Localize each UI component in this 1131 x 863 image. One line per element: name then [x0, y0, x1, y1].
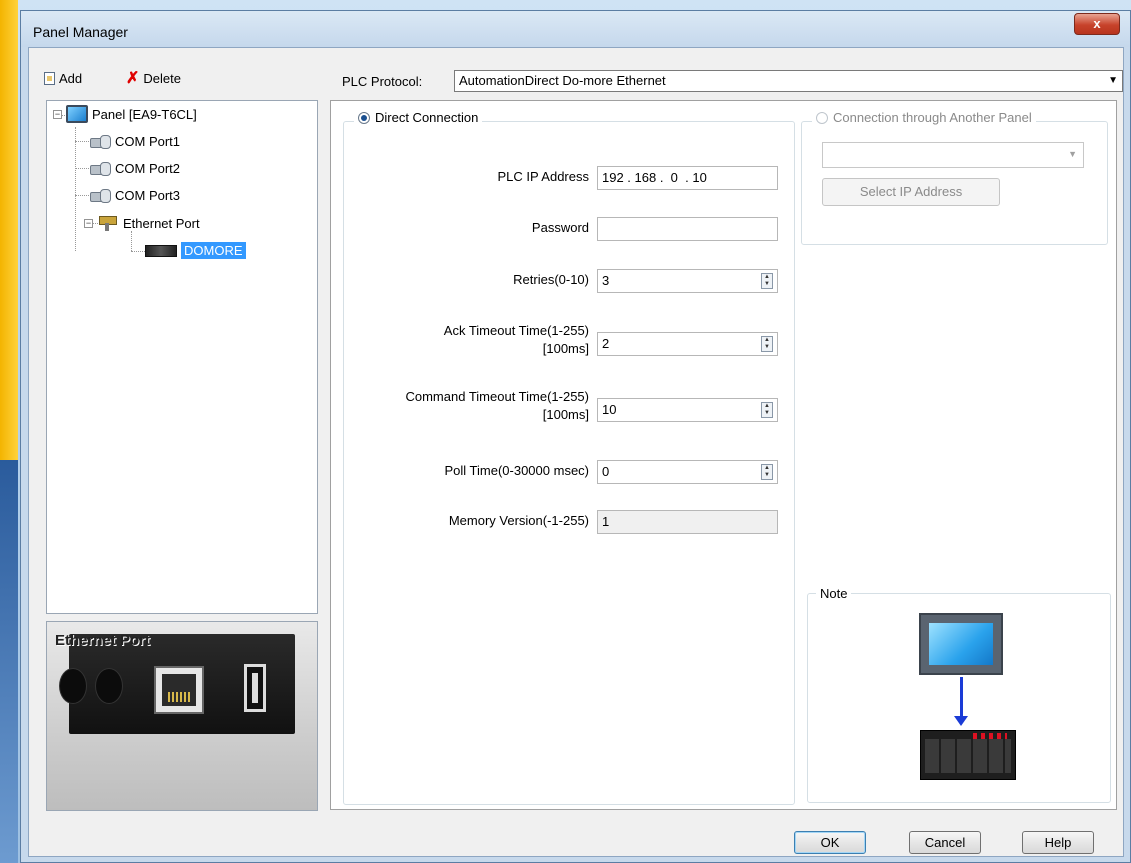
tree-item-com-port-3[interactable]: COM Port3 [89, 186, 180, 204]
memory-version-value: 1 [602, 514, 610, 529]
collapse-icon[interactable]: − [53, 109, 62, 119]
tree-item-com-port-2[interactable]: COM Port2 [89, 159, 180, 177]
retries-label: Retries(0-10) [513, 272, 589, 287]
note-caption: Note [816, 586, 852, 601]
plc-rack-icon [920, 730, 1016, 780]
serial-port-icon [89, 186, 111, 204]
plc-ip-address-value: 192 . 168 . 0 . 10 [602, 170, 707, 185]
arrow-down-icon [954, 716, 968, 726]
poll-time-value: 0 [602, 464, 610, 479]
ack-timeout-value: 2 [602, 336, 610, 351]
plc-ip-address-input[interactable]: 192 . 168 . 0 . 10 [597, 166, 778, 190]
ack-timeout-label: Ack Timeout Time(1-255) [100ms] [443, 323, 589, 356]
ethernet-port-image: Ethernet Port [46, 621, 318, 811]
plc-device-icon [145, 244, 177, 257]
plc-protocol-select[interactable]: AutomationDirect Do-more Ethernet ▼ [454, 70, 1123, 92]
radio-checked-icon[interactable] [358, 111, 370, 124]
dropdown-arrow-icon: ▼ [1068, 149, 1077, 159]
another-panel-select: ▼ [822, 142, 1084, 168]
memory-version-field: 1 [597, 510, 778, 534]
command-timeout-input[interactable]: 10 ▲ ▼ [597, 398, 778, 422]
title-bar: Panel Manager x [21, 11, 1130, 47]
retries-value: 3 [602, 273, 610, 288]
direct-connection-radio[interactable]: Direct Connection [354, 110, 483, 125]
spinner-icon[interactable]: ▲ ▼ [761, 273, 773, 289]
window-title: Panel Manager [33, 24, 128, 40]
command-timeout-label: Command Timeout Time(1-255) [100ms] [405, 389, 589, 422]
connection-settings-area: Direct Connection PLC IP Address 192 . 1… [330, 100, 1117, 810]
add-icon [44, 72, 55, 85]
direct-connection-group: Direct Connection PLC IP Address 192 . 1… [343, 110, 795, 805]
tree-item-com-port-1[interactable]: COM Port1 [89, 132, 180, 150]
ack-timeout-input[interactable]: 2 ▲ ▼ [597, 332, 778, 356]
plc-protocol-value: AutomationDirect Do-more Ethernet [459, 73, 666, 88]
rj45-jack-icon [154, 666, 204, 714]
select-ip-address-button: Select IP Address [822, 178, 1000, 206]
another-panel-group: Connection through Another Panel ▼ Selec… [801, 110, 1108, 245]
serial-port-icon [89, 132, 111, 150]
tree-item-domore-label: DOMORE [181, 242, 246, 259]
panel-tree: − Panel [EA9-T6CL] COM Port1 COM Port2 C… [46, 100, 318, 614]
collapse-icon[interactable]: − [84, 218, 93, 228]
ok-button[interactable]: OK [794, 831, 866, 854]
note-group: Note [807, 586, 1111, 803]
background-yellow-strip [0, 0, 18, 460]
password-input[interactable] [597, 217, 778, 241]
tree-item-panel[interactable]: − Panel [EA9-T6CL] [53, 105, 197, 123]
note-label: Note [820, 586, 848, 601]
help-button[interactable]: Help [1022, 831, 1094, 854]
tree-item-panel-label: Panel [EA9-T6CL] [92, 106, 197, 122]
spinner-icon[interactable]: ▲ ▼ [761, 464, 773, 480]
memory-version-label: Memory Version(-1-255) [448, 513, 589, 528]
plc-ip-address-label: PLC IP Address [497, 169, 589, 184]
direct-connection-label: Direct Connection [375, 110, 479, 125]
tree-item-com-port-3-label: COM Port3 [115, 187, 181, 203]
another-panel-radio: Connection through Another Panel [812, 110, 1036, 125]
tree-item-domore[interactable]: DOMORE [145, 242, 246, 259]
cancel-button[interactable]: Cancel [909, 831, 981, 854]
tree-item-ethernet-port[interactable]: − Ethernet Port [84, 214, 200, 232]
spinner-icon[interactable]: ▲ ▼ [761, 402, 773, 418]
delete-x-icon: ✗ [126, 70, 140, 87]
hmi-panel-icon [919, 613, 1003, 675]
retries-input[interactable]: 3 ▲ ▼ [597, 269, 778, 293]
dialog-client: Add ✗ Delete PLC Protocol: AutomationDir… [28, 47, 1124, 857]
close-button[interactable]: x [1074, 13, 1120, 35]
connection-arrow-line [960, 677, 963, 719]
ethernet-port-image-title: Ethernet Port [55, 632, 151, 649]
poll-time-input[interactable]: 0 ▲ ▼ [597, 460, 778, 484]
ethernet-port-icon [97, 214, 119, 232]
another-panel-label: Connection through Another Panel [833, 110, 1032, 125]
panel-icon [66, 105, 88, 123]
add-label: Add [59, 71, 83, 86]
background-blue-strip [0, 460, 18, 863]
poll-time-label: Poll Time(0-30000 msec) [444, 463, 590, 478]
delete-label: Delete [143, 71, 181, 86]
delete-button[interactable]: ✗ Delete [126, 70, 181, 87]
tree-item-com-port-2-label: COM Port2 [115, 160, 181, 176]
panel-manager-window: Panel Manager x Add ✗ Delete PLC Protoco… [20, 10, 1131, 863]
spinner-icon[interactable]: ▲ ▼ [761, 336, 773, 352]
command-timeout-value: 10 [602, 402, 617, 417]
radio-unchecked-icon [816, 111, 828, 124]
add-button[interactable]: Add [44, 71, 82, 86]
tree-item-ethernet-port-label: Ethernet Port [123, 215, 200, 231]
password-label: Password [531, 220, 589, 235]
port-plate [59, 634, 295, 734]
serial-port-icon [89, 159, 111, 177]
usb-port-icon [244, 664, 266, 712]
plc-protocol-label: PLC Protocol: [342, 74, 423, 89]
dropdown-arrow-icon: ▼ [1108, 75, 1118, 86]
tree-item-com-port-1-label: COM Port1 [115, 133, 181, 149]
